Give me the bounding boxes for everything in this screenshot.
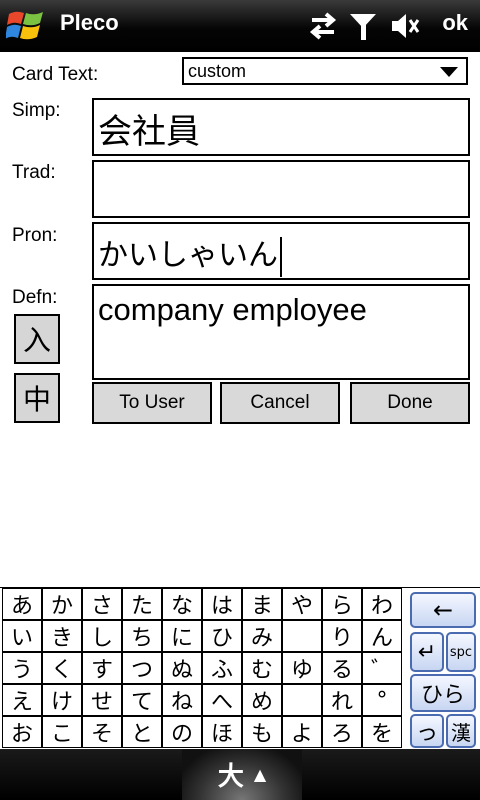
pron-text-wrap: かいしゃいん [98, 230, 282, 277]
input-method-button[interactable]: 大 ▲ [182, 749, 302, 800]
card-text-label: Card Text: [12, 64, 99, 85]
kana-key[interactable]: ら [322, 588, 362, 620]
kanji-label: 漢 [451, 720, 471, 745]
ok-button[interactable]: ok [442, 10, 468, 36]
kana-key[interactable]: お [2, 716, 42, 748]
kana-key[interactable]: ぬ [162, 652, 202, 684]
space-label: spc [449, 644, 473, 660]
simp-label: Simp: [12, 100, 61, 121]
chevron-up-icon: ▲ [253, 765, 267, 784]
bottom-bar: 大 ▲ [0, 749, 480, 800]
card-text-dropdown[interactable]: custom [182, 57, 468, 85]
card-text-value: custom [188, 61, 247, 81]
data-connection-icon[interactable] [306, 10, 340, 42]
kana-key[interactable]: え [2, 684, 42, 716]
signal-icon[interactable] [346, 10, 380, 42]
hiragana-mode-button[interactable]: ひら [410, 674, 476, 712]
kana-key[interactable]: よ [282, 716, 322, 748]
app-title: Pleco [60, 10, 119, 35]
kana-key[interactable]: あ [2, 588, 42, 620]
small-tsu-button[interactable]: っ [410, 714, 444, 748]
kana-key[interactable]: に [162, 620, 202, 652]
backspace-button[interactable]: ← [410, 592, 476, 628]
windows-start-icon[interactable] [6, 8, 46, 44]
kana-key[interactable]: ° [362, 684, 402, 716]
kana-key[interactable]: ゛ [362, 652, 402, 684]
ime-label: 大 [217, 762, 244, 792]
cancel-button[interactable]: Cancel [220, 382, 340, 424]
backspace-icon: ← [432, 596, 454, 624]
simp-value: 会社員 [98, 112, 200, 152]
kana-key[interactable]: ね [162, 684, 202, 716]
kana-key[interactable]: れ [322, 684, 362, 716]
kana-key[interactable]: て [122, 684, 162, 716]
kana-key[interactable]: な [162, 588, 202, 620]
kana-key[interactable]: ろ [322, 716, 362, 748]
pron-label: Pron: [12, 225, 58, 246]
to-user-button[interactable]: To User [92, 382, 212, 424]
kana-key[interactable]: か [42, 588, 82, 620]
kana-key[interactable]: せ [82, 684, 122, 716]
trad-label: Trad: [12, 162, 56, 183]
kana-key[interactable]: め [242, 684, 282, 716]
kana-key[interactable]: り [322, 620, 362, 652]
kana-key[interactable]: や [282, 588, 322, 620]
kana-key[interactable]: む [242, 652, 282, 684]
small-tsu-label: っ [415, 721, 438, 746]
kana-key[interactable]: ふ [202, 652, 242, 684]
pron-value: かいしゃいん [98, 238, 278, 273]
kana-key[interactable]: く [42, 652, 82, 684]
kana-key[interactable]: の [162, 716, 202, 748]
kana-key[interactable]: ゆ [282, 652, 322, 684]
kana-key[interactable]: を [362, 716, 402, 748]
volume-muted-icon[interactable] [388, 10, 422, 42]
kana-key[interactable]: ひ [202, 620, 242, 652]
enter-button[interactable]: ↵ [410, 632, 444, 672]
kana-key[interactable]: す [82, 652, 122, 684]
kana-key[interactable]: た [122, 588, 162, 620]
kana-key[interactable]: へ [202, 684, 242, 716]
defn-field[interactable]: company employee [92, 284, 470, 380]
hiragana-label: ひら [420, 683, 465, 708]
input-mode-button[interactable]: 入 [14, 314, 60, 364]
kana-key[interactable]: う [2, 652, 42, 684]
kana-key[interactable]: ち [122, 620, 162, 652]
space-button[interactable]: spc [446, 632, 476, 672]
kana-key[interactable]: み [242, 620, 282, 652]
kanji-button[interactable]: 漢 [446, 714, 476, 748]
text-caret [280, 236, 282, 277]
chevron-down-icon [440, 67, 458, 77]
kana-key[interactable]: は [202, 588, 242, 620]
defn-label: Defn: [12, 287, 58, 308]
chinese-mode-button[interactable]: 中 [14, 373, 60, 423]
kana-key[interactable]: け [42, 684, 82, 716]
kana-key[interactable]: ま [242, 588, 282, 620]
kana-key[interactable]: こ [42, 716, 82, 748]
kana-key[interactable]: ん [362, 620, 402, 652]
kana-key [282, 684, 322, 716]
kana-key[interactable]: し [82, 620, 122, 652]
kana-key[interactable]: る [322, 652, 362, 684]
kana-key[interactable]: つ [122, 652, 162, 684]
kana-key[interactable]: き [42, 620, 82, 652]
enter-icon: ↵ [417, 639, 437, 665]
pron-field[interactable]: かいしゃいん [92, 222, 470, 280]
trad-field[interactable] [92, 160, 470, 218]
kana-key[interactable]: そ [82, 716, 122, 748]
kana-key [282, 620, 322, 652]
kana-keyboard: あかさたなはまやらわいきしちにひみ りんうくすつぬふむゆる゛えけせてねへめ れ ° おこ… [0, 587, 480, 750]
kana-key[interactable]: も [242, 716, 282, 748]
kana-key[interactable]: わ [362, 588, 402, 620]
kana-key[interactable]: さ [82, 588, 122, 620]
title-bar: Pleco ok [0, 0, 480, 52]
kana-key[interactable]: と [122, 716, 162, 748]
defn-value: company employee [98, 292, 367, 327]
simp-field[interactable]: 会社員 [92, 98, 470, 156]
done-button[interactable]: Done [350, 382, 470, 424]
kana-key[interactable]: ほ [202, 716, 242, 748]
kana-key[interactable]: い [2, 620, 42, 652]
